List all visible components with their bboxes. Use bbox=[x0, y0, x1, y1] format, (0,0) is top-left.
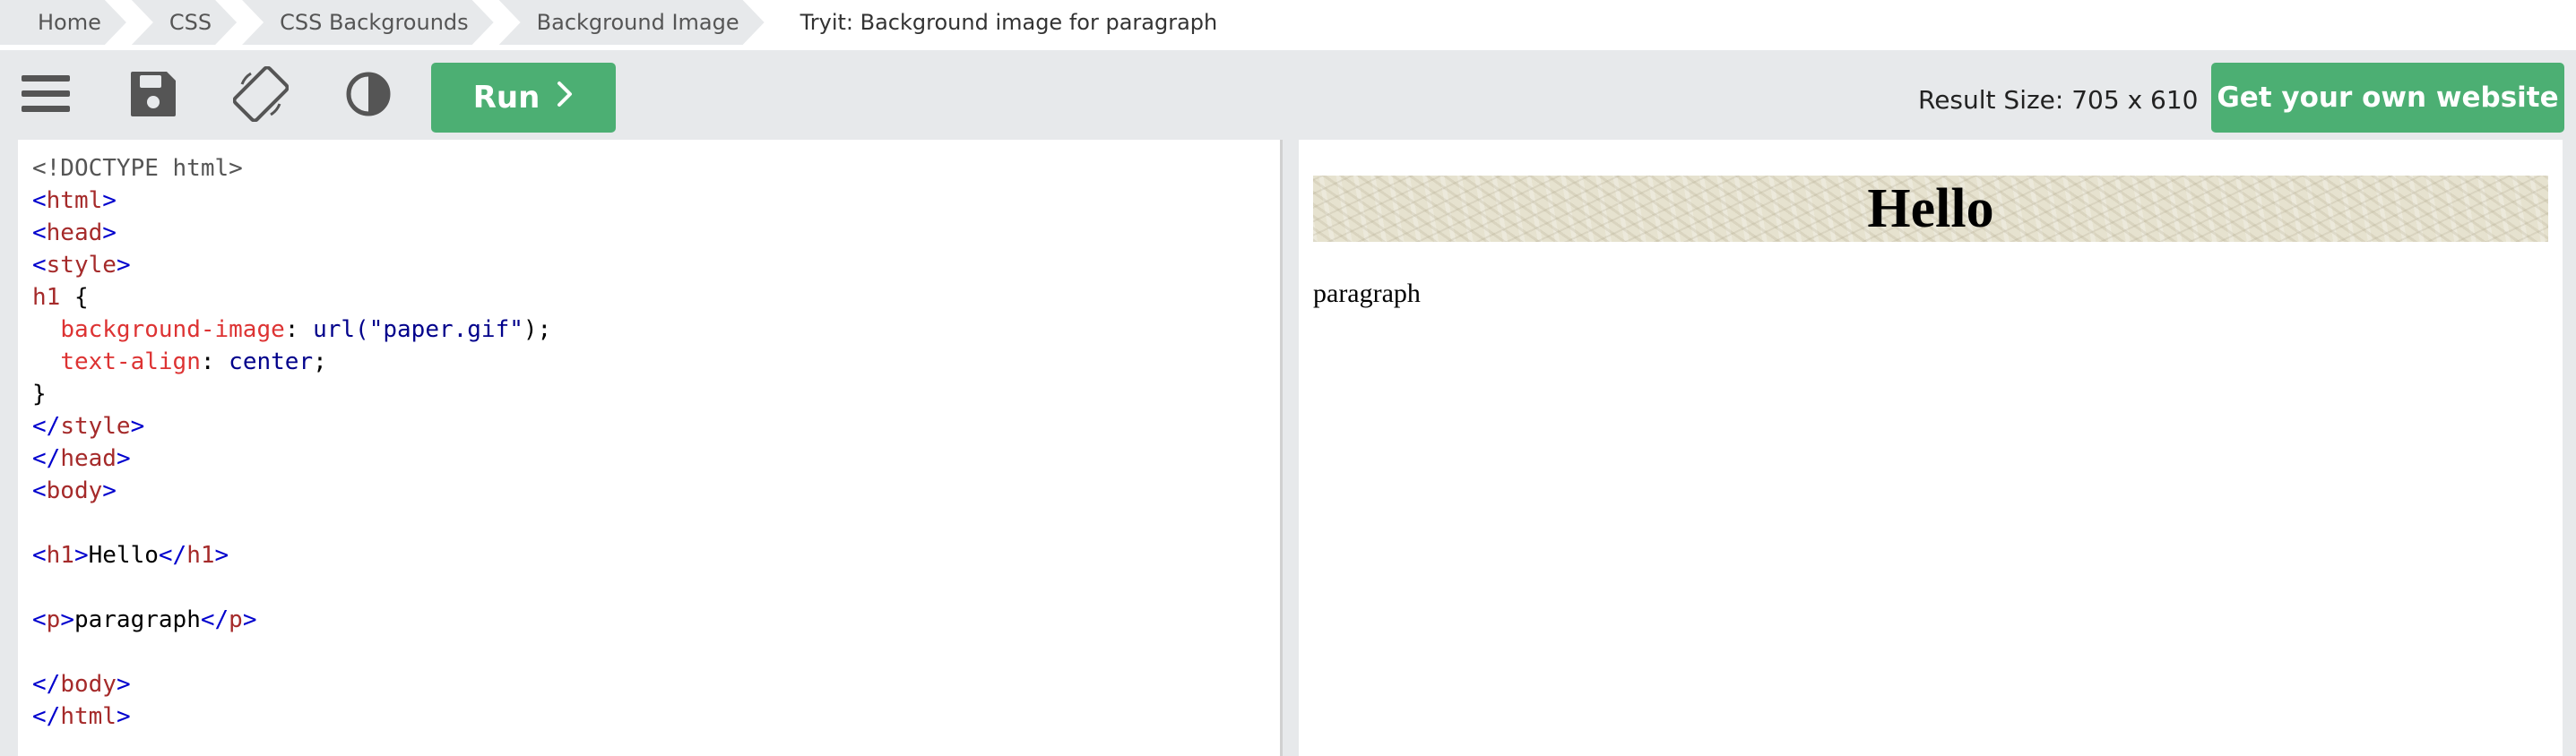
code-token: < bbox=[32, 219, 47, 246]
code-token: body bbox=[60, 671, 117, 698]
breadcrumb-home[interactable]: Home bbox=[0, 0, 126, 45]
breadcrumb: Home CSS CSS Backgrounds Background Imag… bbox=[0, 0, 1248, 45]
breadcrumb-bar: Home CSS CSS Backgrounds Background Imag… bbox=[0, 0, 2576, 50]
code-line[interactable]: <!DOCTYPE html> bbox=[32, 152, 551, 185]
code-line[interactable]: <html> bbox=[32, 185, 551, 217]
result-heading: Hello bbox=[1313, 176, 2548, 242]
code-line[interactable]: </body> bbox=[32, 668, 551, 700]
code-line[interactable]: <head> bbox=[32, 217, 551, 249]
code-token: > bbox=[60, 606, 74, 633]
code-line[interactable]: } bbox=[32, 378, 551, 410]
code-token: < bbox=[32, 252, 47, 279]
breadcrumb-css-backgrounds[interactable]: CSS Backgrounds bbox=[242, 0, 494, 45]
code-token: > bbox=[116, 703, 131, 730]
code-token: h1 bbox=[32, 284, 61, 311]
code-token: </ bbox=[32, 703, 61, 730]
code-token: center bbox=[229, 348, 314, 375]
code-token: background-image bbox=[60, 316, 285, 343]
code-token: style bbox=[60, 413, 131, 440]
code-token: style bbox=[46, 252, 117, 279]
code-token: > bbox=[116, 445, 131, 472]
code-token: url( bbox=[313, 316, 369, 343]
code-lines[interactable]: <!DOCTYPE html> <html> <head> <style> h1 { b… bbox=[32, 152, 551, 733]
code-token: < bbox=[32, 542, 47, 569]
code-token: : bbox=[284, 316, 314, 343]
code-token: text-align bbox=[60, 348, 201, 375]
code-line[interactable]: <p>paragraph</p> bbox=[32, 604, 551, 636]
code-token: h1 bbox=[186, 542, 215, 569]
code-token: < bbox=[32, 606, 47, 633]
code-token: > bbox=[73, 542, 89, 569]
save-icon[interactable] bbox=[125, 66, 181, 122]
rotate-orientation-icon[interactable] bbox=[232, 65, 290, 123]
code-token: < bbox=[32, 477, 47, 504]
code-token: h1 bbox=[46, 542, 74, 569]
chevron-right-icon bbox=[556, 80, 574, 116]
code-line[interactable]: <style> bbox=[32, 249, 551, 281]
code-token: { bbox=[60, 284, 89, 311]
code-line[interactable]: h1 { bbox=[32, 281, 551, 314]
code-line[interactable]: background-image: url("paper.gif"); bbox=[32, 314, 551, 346]
code-token: ; bbox=[313, 348, 327, 375]
code-token: Hello bbox=[88, 542, 159, 569]
code-token: > bbox=[130, 413, 145, 440]
code-line[interactable] bbox=[32, 571, 551, 604]
code-line[interactable]: </head> bbox=[32, 442, 551, 475]
code-token: body bbox=[46, 477, 103, 504]
code-token: : bbox=[200, 348, 229, 375]
code-token: </ bbox=[200, 606, 229, 633]
code-token: > bbox=[116, 252, 131, 279]
get-own-website-button[interactable]: Get your own website bbox=[2211, 63, 2564, 133]
code-token: html bbox=[46, 187, 103, 214]
code-token: > bbox=[102, 219, 117, 246]
code-token: p bbox=[229, 606, 243, 633]
code-token: </ bbox=[32, 671, 61, 698]
code-token: "paper.gif" bbox=[368, 316, 523, 343]
run-button-label: Run bbox=[472, 80, 540, 116]
run-button[interactable]: Run bbox=[431, 63, 616, 133]
code-token: </ bbox=[32, 445, 61, 472]
code-token: </ bbox=[158, 542, 187, 569]
result-size-label: Result Size: 705 x 610 bbox=[1918, 85, 2199, 115]
code-token: > bbox=[102, 477, 117, 504]
code-token: paragraph bbox=[73, 606, 201, 633]
code-line[interactable]: <body> bbox=[32, 475, 551, 507]
code-token: > bbox=[214, 542, 229, 569]
code-line[interactable]: </style> bbox=[32, 410, 551, 442]
code-token: </ bbox=[32, 413, 61, 440]
code-token: html bbox=[60, 703, 117, 730]
code-token: > bbox=[102, 187, 117, 214]
result-frame: Hello paragraph bbox=[1299, 140, 2563, 756]
breadcrumb-css[interactable]: CSS bbox=[132, 0, 237, 45]
code-token: < bbox=[32, 187, 47, 214]
code-line[interactable]: </html> bbox=[32, 700, 551, 733]
result-paragraph: paragraph bbox=[1313, 279, 1421, 308]
code-token: head bbox=[60, 445, 117, 472]
code-token: <!DOCTYPE html> bbox=[32, 155, 243, 182]
code-line[interactable] bbox=[32, 507, 551, 539]
code-editor[interactable]: <!DOCTYPE html> <html> <head> <style> h1 { b… bbox=[18, 140, 1283, 756]
breadcrumb-background-image[interactable]: Background Image bbox=[499, 0, 765, 45]
code-token: ); bbox=[523, 316, 552, 343]
code-line[interactable] bbox=[32, 636, 551, 668]
code-line[interactable]: text-align: center; bbox=[32, 346, 551, 378]
code-token: > bbox=[242, 606, 257, 633]
code-token: > bbox=[116, 671, 131, 698]
hamburger-menu-icon[interactable] bbox=[18, 66, 73, 122]
panel-divider[interactable] bbox=[1283, 140, 1299, 756]
code-line[interactable]: <h1>Hello</h1> bbox=[32, 539, 551, 571]
code-token: } bbox=[32, 381, 47, 408]
code-token: head bbox=[46, 219, 103, 246]
breadcrumb-current: Tryit: Background image for paragraph bbox=[800, 10, 1218, 35]
contrast-theme-icon[interactable] bbox=[341, 66, 396, 122]
code-token: p bbox=[46, 606, 61, 633]
